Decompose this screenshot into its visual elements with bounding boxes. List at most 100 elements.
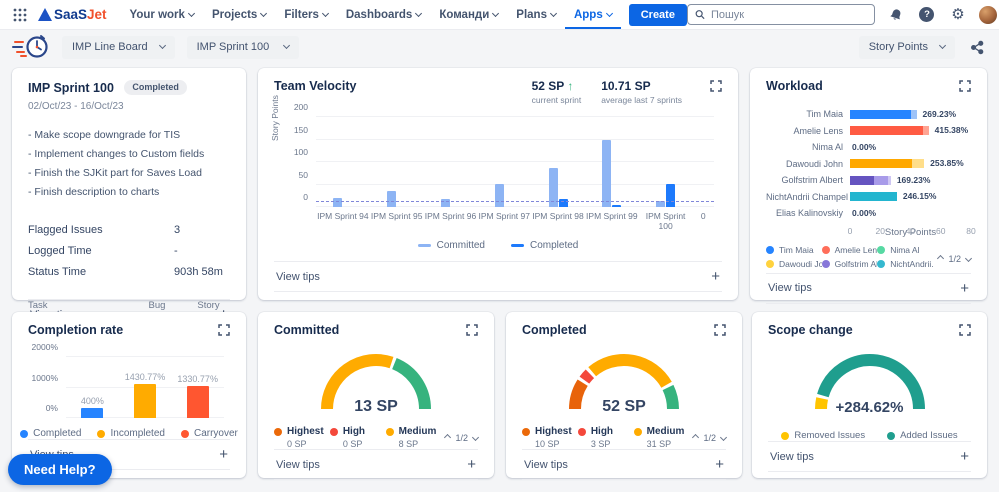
legend-item-carryover[interactable]: Carryover <box>180 428 238 439</box>
legend-item-head: Highest <box>274 426 330 437</box>
legend-item-head: High <box>577 426 634 437</box>
workload-segment <box>912 159 925 168</box>
workload-legend: Tim Maia Amelie Lens Nima Al Dawoudi John Go… <box>766 245 934 273</box>
expand-icon[interactable] <box>466 323 478 341</box>
plus-icon[interactable]: + <box>467 457 476 472</box>
legend-label: Completed <box>530 240 579 251</box>
page-up-icon[interactable] <box>444 433 452 442</box>
expand-icon[interactable] <box>959 79 971 97</box>
velocity-bar-group <box>316 117 370 207</box>
logo-text-jet: Jet <box>87 7 107 22</box>
legend-item-highest[interactable]: Highest 10 SP <box>522 426 578 449</box>
bar-incompleted <box>134 383 156 418</box>
workload-percent: 169.23% <box>896 174 931 185</box>
expand-icon[interactable] <box>959 323 971 341</box>
expand-icon[interactable] <box>218 323 230 341</box>
plus-icon[interactable]: + <box>960 449 969 464</box>
legend-item-removed-issues[interactable]: Removed Issues <box>781 430 865 441</box>
user-avatar[interactable] <box>978 5 997 24</box>
dashboard-page: SaaSJet Your work Projects Filters Dashboar… <box>0 0 999 492</box>
page-down-icon[interactable] <box>471 433 480 442</box>
velocity-bar-group <box>531 117 585 207</box>
legend-item-added-issues[interactable]: Added Issues <box>887 430 958 441</box>
legend-item-highest[interactable]: Highest 0 SP <box>274 426 330 449</box>
share-icon[interactable] <box>967 37 987 57</box>
plus-icon[interactable]: + <box>711 269 720 284</box>
page-up-icon[interactable] <box>937 254 945 263</box>
app-switcher-icon[interactable] <box>10 5 30 25</box>
view-tips-label[interactable]: View tips <box>276 459 320 471</box>
nav-item-projects[interactable]: Projects <box>203 0 275 29</box>
board-dropdown[interactable]: IMP Line Board <box>62 35 175 59</box>
legend-item-amelie-lens[interactable]: Amelie Lens <box>821 245 877 255</box>
x-tick-label: 60 <box>936 225 946 236</box>
search-box[interactable] <box>686 4 875 25</box>
legend-item-nima-al[interactable]: Nima Al <box>877 245 933 255</box>
legend-item-nichtandrii-[interactable]: NichtAndrii... <box>877 259 933 269</box>
view-tips-label[interactable]: View tips <box>770 451 814 463</box>
legend-item-committed[interactable]: Committed <box>417 240 485 251</box>
expand-icon[interactable] <box>714 323 726 341</box>
workload-row: Nima Al 0.00% <box>766 140 971 154</box>
notifications-icon[interactable] <box>886 5 906 25</box>
y-tick-label: 0% <box>45 403 58 413</box>
expand-icon[interactable] <box>710 79 722 97</box>
unit-dropdown-value: Story Points <box>868 41 928 53</box>
chevron-down-icon <box>492 9 500 17</box>
plus-icon[interactable]: + <box>960 281 969 296</box>
nav-item-команди[interactable]: Команди <box>430 0 507 29</box>
legend-item-medium[interactable]: Medium 31 SP <box>633 426 690 449</box>
search-input[interactable] <box>710 8 867 21</box>
nav-item-filters[interactable]: Filters <box>275 0 337 29</box>
legend-item-tim-maia[interactable]: Tim Maia <box>766 245 822 255</box>
legend-item-medium[interactable]: Medium 8 SP <box>385 426 442 449</box>
legend-label: Completed <box>33 428 82 439</box>
legend-item-completed[interactable]: Completed <box>20 428 81 439</box>
legend-value: 10 SP <box>535 439 560 449</box>
help-icon[interactable]: ? <box>917 5 937 25</box>
y-tick-label: 1000% <box>31 372 58 383</box>
saasjet-logo[interactable]: SaaSJet <box>38 7 107 22</box>
nav-item-apps[interactable]: Apps <box>565 0 621 29</box>
legend-item-incompleted[interactable]: Incompleted <box>97 428 165 439</box>
legend-item-head: Highest <box>522 426 578 437</box>
plus-icon[interactable]: + <box>715 457 724 472</box>
workload-bar: 415.38% <box>850 125 971 135</box>
velocity-legend: Committed Completed <box>274 240 722 251</box>
settings-gear-icon[interactable]: ⚙ <box>948 5 968 25</box>
x-tick-label: 80 <box>966 225 976 236</box>
page-up-icon[interactable] <box>692 433 700 442</box>
nav-item-your-work[interactable]: Your work <box>121 0 203 29</box>
view-tips-label[interactable]: View tips <box>768 282 812 294</box>
completion-rate-legend: Completed Incompleted Carryover <box>20 428 238 439</box>
legend-item-high[interactable]: High 0 SP <box>329 426 386 449</box>
unit-dropdown[interactable]: Story Points <box>858 35 955 59</box>
legend-dot <box>877 259 886 268</box>
workload-segment <box>922 126 929 135</box>
nav-item-plans[interactable]: Plans <box>507 0 565 29</box>
legend-item-high[interactable]: High 3 SP <box>577 426 634 449</box>
chevron-down-icon <box>415 9 423 17</box>
need-help-button[interactable]: Need Help? <box>8 454 112 485</box>
view-tips-label[interactable]: View tips <box>524 459 568 471</box>
nav-item-dashboards[interactable]: Dashboards <box>337 0 430 29</box>
workload-row: Golfstrim Albert 169.23% <box>766 173 971 187</box>
x-tick-label: IPM Sprint 94 <box>317 211 369 221</box>
sprint-dropdown[interactable]: IMP Sprint 100 <box>186 35 299 59</box>
create-button[interactable]: Create <box>628 3 687 26</box>
page-down-icon[interactable] <box>964 254 973 263</box>
workload-row: NichtAndrii Champel 246.15% <box>766 190 971 204</box>
view-tips-label[interactable]: View tips <box>276 271 320 283</box>
plus-icon[interactable]: + <box>219 447 228 462</box>
legend-dot <box>821 259 830 268</box>
legend-label: NichtAndrii... <box>890 258 933 269</box>
legend-item-golfstrim-al-[interactable]: Golfstrim Al... <box>821 259 877 269</box>
legend-label: Medium <box>398 426 437 437</box>
sprint-card-title: IMP Sprint 100 <box>28 81 114 95</box>
page-down-icon[interactable] <box>719 433 728 442</box>
x-tick-label: IPM Sprint 100 <box>645 211 686 231</box>
legend-item-dawoudi-john[interactable]: Dawoudi John <box>766 259 822 269</box>
legend-item-completed[interactable]: Completed <box>511 240 578 251</box>
legend-dot <box>577 427 586 436</box>
workload-percent: 0.00% <box>852 207 877 218</box>
